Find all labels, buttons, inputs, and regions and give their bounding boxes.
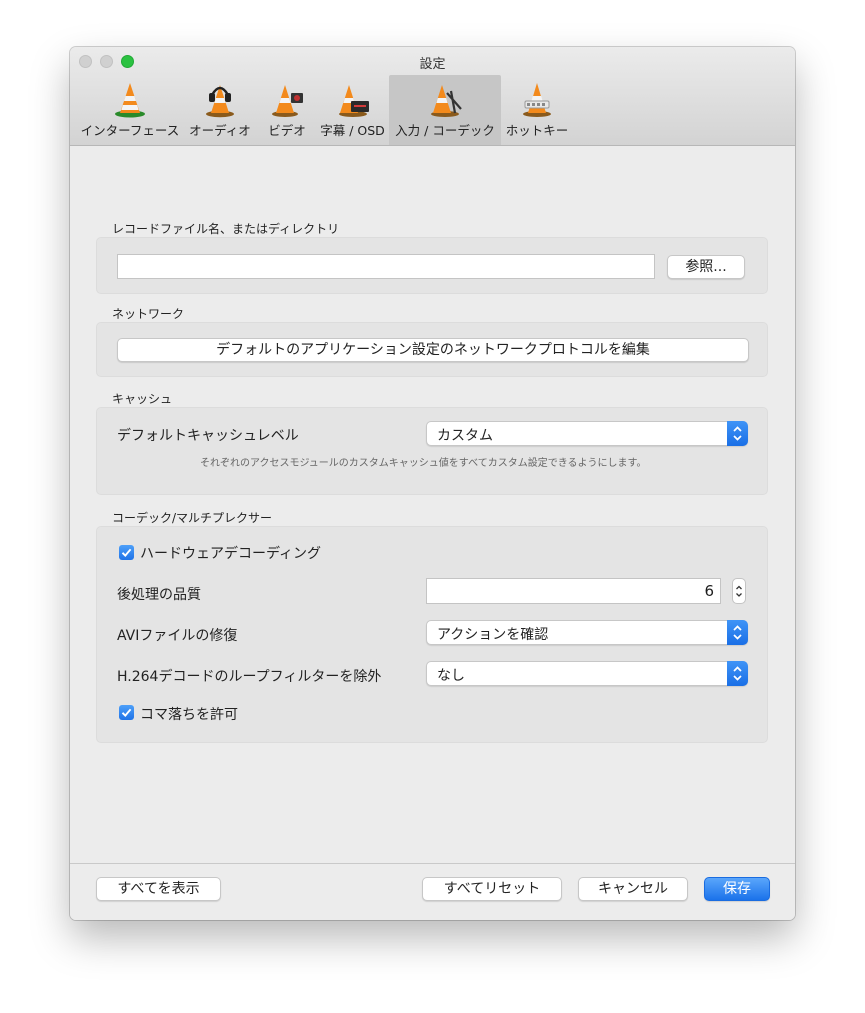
select-arrows-icon [727, 661, 748, 686]
interface-cone-icon [115, 83, 145, 118]
select-arrows-icon [727, 620, 748, 645]
network-box: デフォルトのアプリケーション設定のネットワークプロトコルを編集 [96, 322, 768, 377]
codec-box: ハードウェアデコーディング 後処理の品質 6 AVIファイルの修復 アクションを… [96, 526, 768, 743]
hotkeys-cone-icon [523, 83, 551, 117]
preferences-tabs: インターフェース オーディオ ビデオ 字幕 / OSD 入力 / コーデック ホ… [78, 75, 573, 145]
tab-input-codec-label: 入力 / コーデック [395, 123, 495, 138]
tab-video-label: ビデオ [268, 123, 306, 138]
tab-subtitles-osd[interactable]: 字幕 / OSD [316, 75, 389, 145]
cache-section-label: キャッシュ [112, 392, 173, 406]
headphones-cone-icon [206, 85, 234, 118]
avi-repair-select[interactable]: アクションを確認 [426, 620, 748, 645]
tab-hotkeys[interactable]: ホットキー [501, 75, 573, 145]
codec-section-label: コーデック/マルチプレクサー [112, 511, 273, 525]
record-section-label: レコードファイル名、またはディレクトリ [112, 222, 340, 236]
input-codec-cone-icon [431, 85, 462, 117]
checkmark-icon [121, 548, 132, 558]
avi-repair-value: アクションを確認 [437, 627, 549, 643]
cache-level-value: カスタム [437, 428, 493, 444]
window-title: 設定 [419, 57, 446, 72]
avi-repair-label: AVIファイルの修復 [117, 628, 238, 644]
show-all-button[interactable]: すべてを表示 [96, 877, 221, 901]
titlebar: 設定 インターフェース オーディオ ビデオ 字幕 / OSD 入力 / コーデッ… [70, 47, 795, 146]
tab-interface[interactable]: インターフェース [78, 75, 182, 145]
pp-quality-label: 後処理の品質 [117, 587, 201, 603]
tab-interface-label: インターフェース [80, 123, 180, 138]
record-path-field[interactable] [117, 254, 655, 279]
subtitles-cone-icon [338, 85, 369, 117]
cache-box: デフォルトキャッシュレベル カスタム それぞれのアクセスモジュールのカスタムキャ… [96, 407, 768, 495]
tab-audio[interactable]: オーディオ [182, 75, 258, 145]
video-cone-icon [272, 85, 303, 117]
footer-bar: すべてを表示 すべてリセット キャンセル 保存 [70, 863, 795, 920]
reset-all-button[interactable]: すべてリセット [422, 877, 562, 901]
tab-audio-label: オーディオ [189, 123, 251, 138]
h264-loop-filter-value: なし [437, 668, 465, 684]
frame-drop-checkbox[interactable] [119, 705, 134, 720]
input-codec-pane: レコードファイル名、またはディレクトリ 参照... ネットワーク デフォルトのア… [70, 146, 795, 863]
hw-decoding-label: ハードウェアデコーディング [140, 546, 322, 562]
cache-hint-text: それぞれのアクセスモジュールのカスタムキャッシュ値をすべてカスタム設定できるよう… [200, 458, 647, 469]
edit-network-protocols-button[interactable]: デフォルトのアプリケーション設定のネットワークプロトコルを編集 [117, 338, 749, 362]
save-button[interactable]: 保存 [704, 877, 770, 901]
pp-quality-stepper[interactable] [732, 578, 746, 604]
h264-loop-filter-label: H.264デコードのループフィルターを除外 [117, 669, 382, 685]
cache-level-select[interactable]: カスタム [426, 421, 748, 446]
hw-decoding-checkbox[interactable] [119, 545, 134, 560]
pp-quality-field[interactable]: 6 [426, 578, 721, 604]
browse-button[interactable]: 参照... [667, 255, 745, 279]
cache-level-label: デフォルトキャッシュレベル [117, 428, 299, 444]
h264-loop-filter-select[interactable]: なし [426, 661, 748, 686]
tab-video[interactable]: ビデオ [258, 75, 316, 145]
select-arrows-icon [727, 421, 748, 446]
checkmark-icon [121, 708, 132, 718]
frame-drop-label: コマ落ちを許可 [140, 707, 238, 723]
stepper-arrows-icon [736, 585, 742, 597]
cancel-button[interactable]: キャンセル [578, 877, 688, 901]
preferences-window: 設定 インターフェース オーディオ ビデオ 字幕 / OSD 入力 / コーデッ… [70, 47, 795, 920]
tab-input-codec[interactable]: 入力 / コーデック [389, 75, 501, 145]
tab-subtitles-osd-label: 字幕 / OSD [320, 123, 385, 138]
record-box: 参照... [96, 237, 768, 294]
tab-hotkeys-label: ホットキー [505, 123, 569, 138]
network-section-label: ネットワーク [112, 307, 185, 321]
